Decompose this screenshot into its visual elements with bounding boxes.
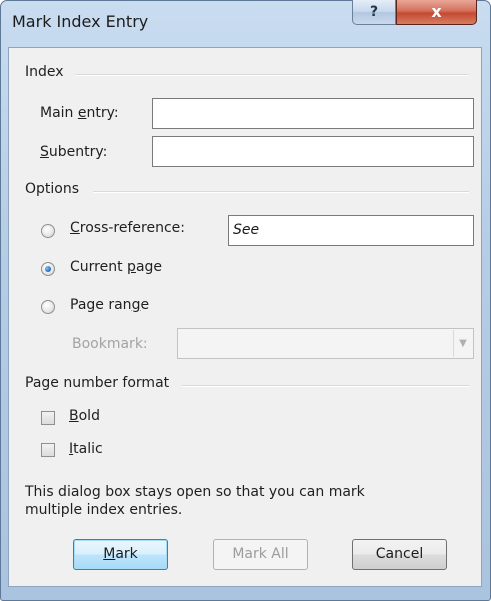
main-entry-label: Main entry: bbox=[40, 105, 119, 121]
close-button[interactable]: x bbox=[396, 0, 477, 25]
page-number-format-group-title: Page number format bbox=[25, 375, 170, 391]
page-range-radio[interactable] bbox=[41, 300, 55, 314]
info-text-line1: This dialog box stays open so that you c… bbox=[25, 484, 365, 500]
page-range-label[interactable]: Page range bbox=[70, 297, 149, 313]
mark-button[interactable]: Mark bbox=[73, 539, 168, 570]
mark-all-button: Mark All bbox=[213, 539, 308, 570]
bookmark-combo: ▼ bbox=[177, 328, 474, 359]
bold-label[interactable]: Bold bbox=[69, 408, 100, 424]
index-group-title: Index bbox=[25, 64, 64, 80]
page-number-format-divider bbox=[182, 385, 469, 387]
help-icon: ? bbox=[369, 4, 379, 20]
info-text-line2: multiple index entries. bbox=[25, 502, 183, 518]
italic-label[interactable]: Italic bbox=[69, 441, 103, 457]
bookmark-label: Bookmark: bbox=[72, 336, 148, 352]
cross-reference-radio[interactable] bbox=[41, 224, 55, 238]
subentry-field[interactable] bbox=[152, 136, 474, 167]
title-bar[interactable]: Mark Index Entry ? x bbox=[1, 0, 490, 39]
close-icon: x bbox=[431, 2, 442, 21]
current-page-label[interactable]: Current page bbox=[70, 259, 162, 275]
current-page-radio[interactable] bbox=[41, 262, 55, 276]
cancel-button[interactable]: Cancel bbox=[352, 539, 447, 570]
options-group-divider bbox=[93, 191, 469, 193]
main-entry-field[interactable] bbox=[152, 98, 474, 129]
chevron-down-icon: ▼ bbox=[453, 330, 472, 357]
cross-reference-label[interactable]: Cross-reference: bbox=[70, 220, 185, 236]
dialog-body: Index Main entry: Subentry: Options Cros… bbox=[8, 47, 482, 587]
options-group-title: Options bbox=[25, 181, 80, 197]
help-button[interactable]: ? bbox=[352, 0, 396, 25]
subentry-label: Subentry: bbox=[40, 144, 108, 160]
dialog-title: Mark Index Entry bbox=[12, 12, 149, 31]
italic-checkbox[interactable] bbox=[41, 443, 55, 457]
bold-checkbox[interactable] bbox=[41, 411, 55, 425]
index-group-divider bbox=[75, 74, 469, 76]
dialog-window: Mark Index Entry ? x Index Main entry: S… bbox=[0, 0, 491, 601]
cross-reference-field[interactable]: See bbox=[228, 215, 474, 246]
